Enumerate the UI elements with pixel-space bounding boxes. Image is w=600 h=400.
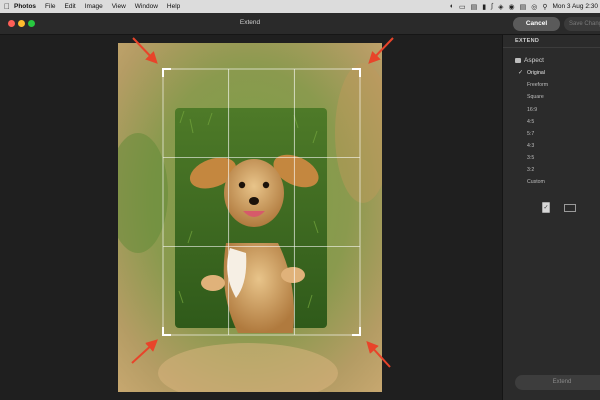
adjustment-panel: EXTEND Aspect ✓ Original Freeform Square… [502,35,600,400]
tab-extend[interactable]: EXTEND [515,38,539,44]
aspect-option-16-9[interactable]: 16:9 [527,107,537,113]
aspect-option-square[interactable]: Square [527,94,544,100]
portrait-orientation-icon[interactable]: ✓ [542,202,550,213]
landscape-orientation-icon[interactable] [564,204,576,212]
aspect-option-5-7[interactable]: 5:7 [527,131,534,137]
aspect-option-3-5[interactable]: 3:5 [527,155,534,161]
checkmark-icon: ✓ [518,70,524,76]
aspect-option-3-2[interactable]: 3:2 [527,167,534,173]
aspect-section-header[interactable]: Aspect [515,57,544,64]
aspect-option-original[interactable]: Original [527,70,545,76]
aspect-option-4-3[interactable]: 4:3 [527,143,534,149]
aspect-section-label: Aspect [524,57,544,64]
arrow-bottom-right [366,341,391,368]
arrow-top-left [132,37,158,64]
aspect-option-4-5[interactable]: 4:5 [527,119,534,125]
arrow-bottom-left [131,339,158,364]
extend-button[interactable]: Extend [515,375,600,390]
aspect-option-freeform[interactable]: Freeform [527,82,548,88]
arrow-top-right [368,37,394,64]
tab-divider [503,47,600,48]
aspect-icon [515,58,521,63]
aspect-option-custom[interactable]: Custom [527,179,545,185]
